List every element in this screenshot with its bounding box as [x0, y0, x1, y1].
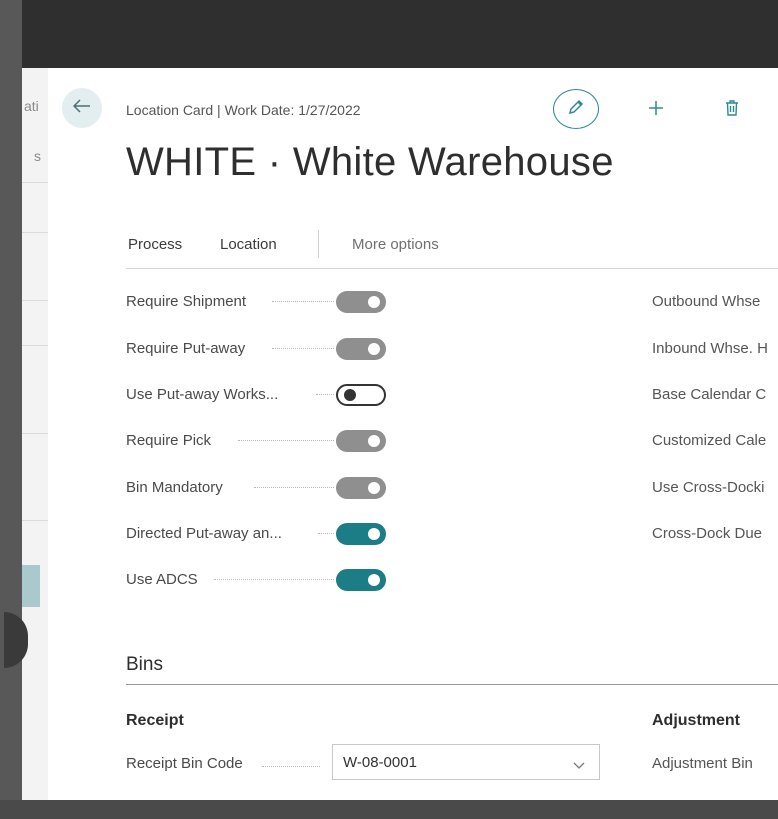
toggle-knob: [368, 482, 380, 494]
field-label: Directed Put-away an...: [126, 525, 282, 542]
receipt-heading: Receipt: [126, 712, 184, 729]
toggle-require-pick[interactable]: [336, 430, 386, 452]
breadcrumb: Location Card | Work Date: 1/27/2022: [126, 102, 361, 118]
field-require-put-away: Require Put-away: [126, 338, 396, 362]
background-text: ati: [24, 98, 39, 114]
background-frame: [0, 0, 22, 819]
toggle-knob: [368, 528, 380, 540]
field-dots: [214, 579, 334, 580]
chevron-down-icon[interactable]: [573, 757, 585, 775]
background-text: s: [34, 148, 41, 164]
field-label: Use ADCS: [126, 571, 198, 588]
plus-icon: [647, 99, 665, 122]
field-dots: [254, 487, 334, 488]
bottom-frame: [0, 800, 778, 819]
toggle-knob: [368, 343, 380, 355]
field-dots: [272, 348, 334, 349]
field-use-adcs: Use ADCS: [126, 569, 396, 593]
action-bar: Process Location More options: [126, 220, 778, 269]
field-customized-calendar-label: Customized Cale: [652, 432, 767, 449]
arrow-left-icon: [72, 98, 91, 118]
field-label: Require Put-away: [126, 340, 246, 357]
field-use-cross-docking-label: Use Cross-Docki: [652, 479, 765, 496]
toggle-knob: [368, 574, 380, 586]
field-bin-mandatory: Bin Mandatory: [126, 477, 396, 501]
field-dots: [272, 301, 334, 302]
toggle-require-put-away[interactable]: [336, 338, 386, 360]
action-more-options[interactable]: More options: [352, 236, 439, 253]
background-selected-row: [22, 565, 40, 607]
toggle-knob: [368, 296, 380, 308]
trash-icon: [725, 99, 739, 121]
toggle-require-shipment[interactable]: [336, 291, 386, 313]
field-label: Use Put-away Works...: [126, 386, 279, 403]
field-dots: [238, 440, 334, 441]
page-title: WHITE · White Warehouse: [126, 140, 614, 184]
field-label: Require Pick: [126, 432, 212, 449]
edit-button[interactable]: [553, 89, 599, 129]
action-separator: [318, 230, 319, 258]
field-require-pick: Require Pick: [126, 430, 396, 454]
toggle-use-adcs[interactable]: [336, 569, 386, 591]
receipt-bin-code-field[interactable]: W-08-0001: [332, 744, 600, 780]
delete-button[interactable]: [718, 96, 746, 124]
action-location[interactable]: Location: [220, 236, 277, 253]
field-label: Bin Mandatory: [126, 479, 223, 496]
receipt-bin-code-value: W-08-0001: [343, 754, 417, 771]
receipt-bin-code-label: Receipt Bin Code: [126, 755, 243, 772]
action-process[interactable]: Process: [128, 236, 182, 253]
field-outbound-whse-label: Outbound Whse: [652, 293, 761, 310]
toggle-knob: [368, 435, 380, 447]
section-bins-title[interactable]: Bins: [126, 654, 163, 676]
section-divider: [126, 684, 778, 685]
new-button[interactable]: [642, 96, 670, 124]
toggle-directed-put-away[interactable]: [336, 523, 386, 545]
field-dots: [262, 766, 320, 767]
top-bar: [0, 0, 778, 68]
pencil-icon: [567, 98, 585, 121]
field-require-shipment: Require Shipment: [126, 291, 396, 315]
toggle-bin-mandatory[interactable]: [336, 477, 386, 499]
toggle-use-put-away-worksheet[interactable]: [336, 384, 386, 406]
toggle-knob: [344, 389, 356, 401]
field-base-calendar-label: Base Calendar C: [652, 386, 767, 403]
adjustment-bin-code-label: Adjustment Bin: [652, 755, 753, 772]
field-cross-dock-due-label: Cross-Dock Due: [652, 525, 763, 542]
back-button[interactable]: [62, 88, 102, 128]
field-label: Require Shipment: [126, 293, 247, 310]
field-use-put-away-worksheet: Use Put-away Works...: [126, 384, 396, 408]
field-inbound-whse-label: Inbound Whse. H: [652, 340, 768, 357]
field-dots: [318, 533, 334, 534]
field-dots: [316, 394, 334, 395]
field-directed-put-away: Directed Put-away an...: [126, 523, 396, 547]
adjustment-heading: Adjustment: [652, 712, 740, 729]
